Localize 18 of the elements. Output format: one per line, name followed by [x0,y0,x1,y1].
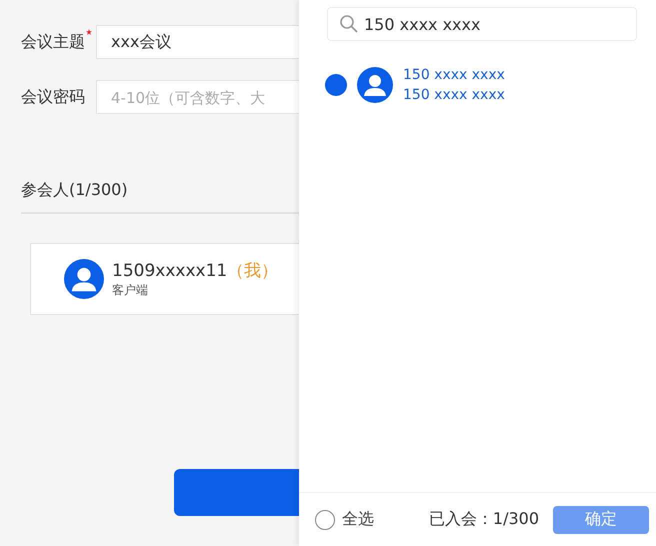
participant-name: 1509xxxxx11（我） [112,260,278,282]
radio-button[interactable] [325,74,347,96]
avatar-icon [64,259,104,299]
field-label: 会议主题 [21,31,85,53]
result-title: 150 xxxx xxxx [403,66,505,85]
result-item[interactable]: 150 xxxx xxxx 150 xxxx xxxx [325,65,656,105]
search-field[interactable]: 150 xxxx xxxx [327,7,637,41]
result-subtitle: 150 xxxx xxxx [403,86,505,105]
joined-count: 已入会：1/300 [428,509,539,530]
search-icon [339,14,359,34]
start-button[interactable] [174,469,299,516]
input-field[interactable]: 4-10位（可含数字、大 [96,80,299,114]
participant-client: 客户端 [112,282,149,299]
avatar-icon [357,67,393,103]
select-all-label[interactable]: 全选 [342,509,374,530]
field-label: 会议密码 [21,86,85,108]
input-field[interactable]: xxx会议 [96,25,299,59]
select-all-checkbox[interactable] [315,510,335,530]
